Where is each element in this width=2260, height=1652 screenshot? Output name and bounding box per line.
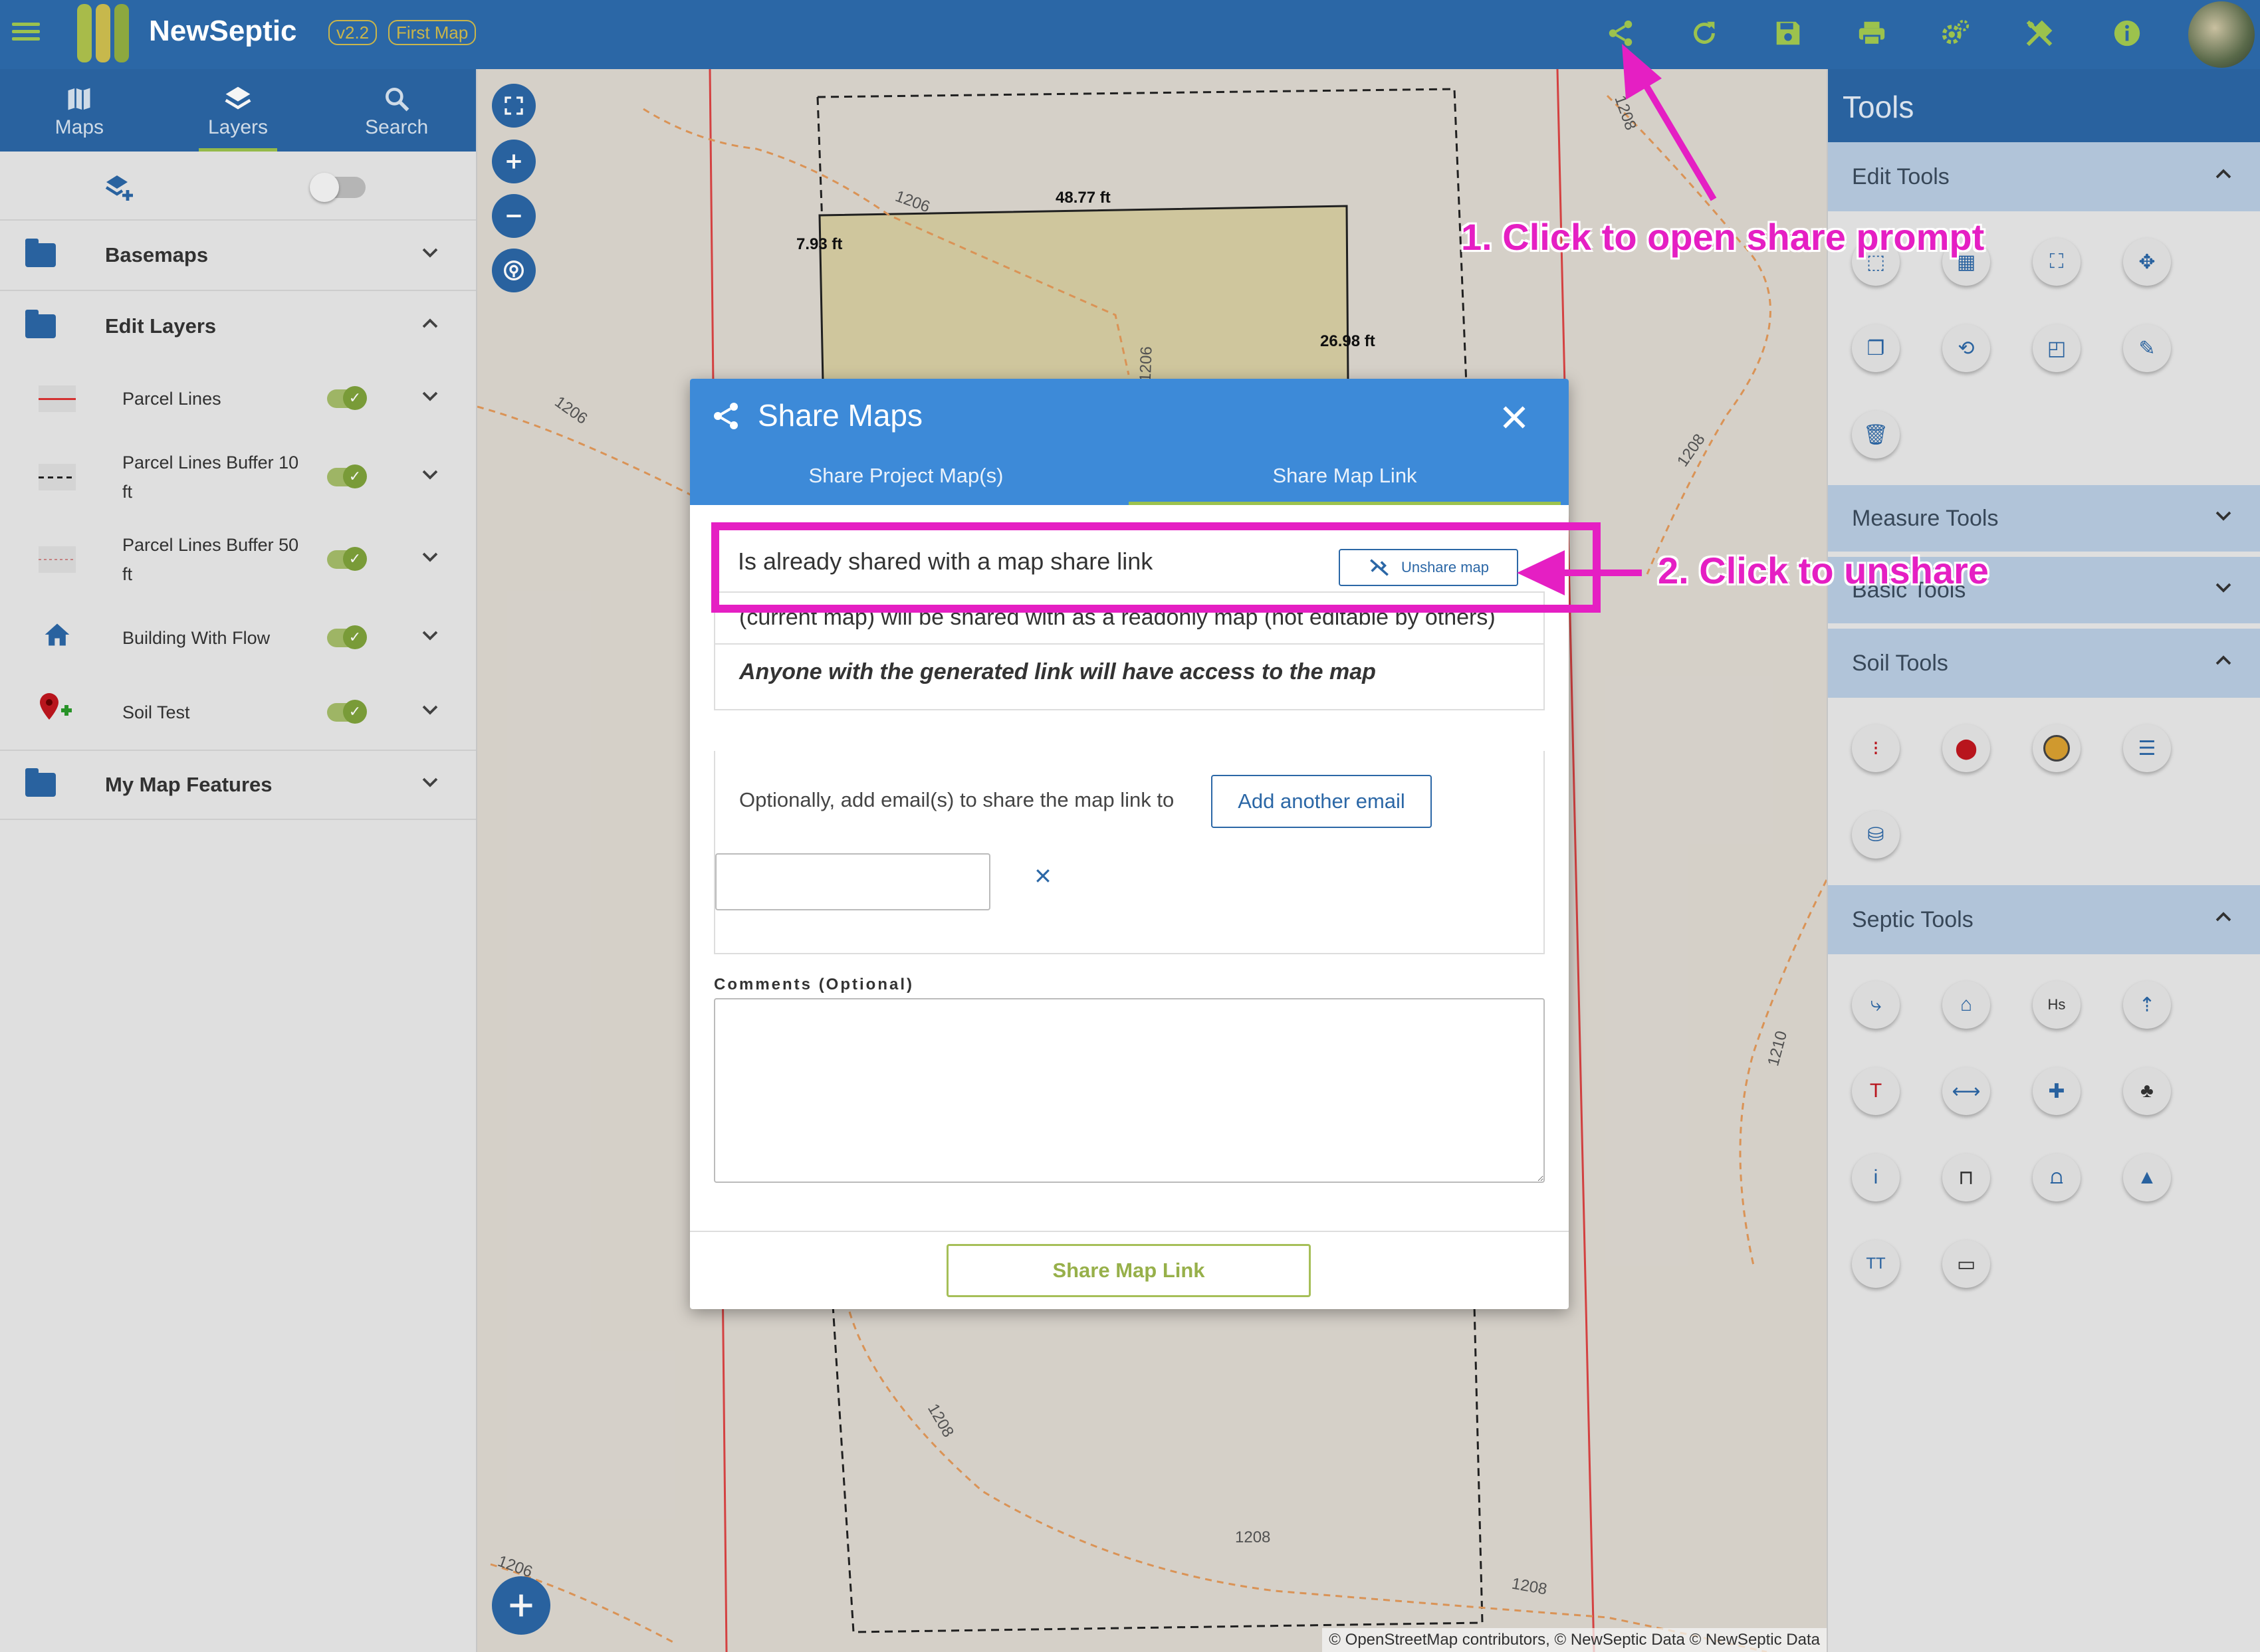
tab-share-map-link[interactable]: Share Map Link <box>1129 464 1561 505</box>
print-icon[interactable] <box>1855 16 1889 51</box>
menu-icon[interactable] <box>12 19 40 47</box>
comments-label: Comments (Optional) <box>714 976 914 993</box>
save-icon[interactable] <box>1771 16 1805 51</box>
email-section-label: Optionally, add email(s) to share the ma… <box>739 788 1175 811</box>
comments-textarea[interactable] <box>714 998 1545 1183</box>
close-icon[interactable] <box>1033 863 1053 892</box>
share-icon <box>710 400 742 435</box>
user-avatar[interactable] <box>2188 1 2255 68</box>
tools-icon[interactable] <box>2022 16 2057 51</box>
top-app-bar: NewSeptic v2.2 First Map <box>0 0 2260 69</box>
dialog-title: Share Maps <box>758 398 923 433</box>
app-logo <box>77 4 129 62</box>
dialog-header: Share Maps Share Project Map(s) Share Ma… <box>690 379 1569 505</box>
tab-share-project-maps[interactable]: Share Project Map(s) <box>690 464 1122 505</box>
version-badge: v2.2 <box>328 20 378 45</box>
app-title: NewSeptic <box>149 15 297 47</box>
annotation-step-2: 2. Click to unshare <box>1658 550 1989 591</box>
access-warning-text: Anyone with the generated link will have… <box>715 645 1543 710</box>
share-icon[interactable] <box>1603 16 1638 51</box>
share-maps-dialog: Share Maps Share Project Map(s) Share Ma… <box>690 379 1569 1309</box>
map-name-badge[interactable]: First Map <box>388 20 477 45</box>
share-map-link-button[interactable]: Share Map Link <box>947 1244 1311 1297</box>
refresh-icon[interactable] <box>1687 16 1722 51</box>
info-icon[interactable] <box>2110 16 2144 51</box>
close-icon[interactable] <box>1500 397 1529 441</box>
dialog-footer: Share Map Link <box>690 1231 1569 1309</box>
unshare-highlight-box <box>711 522 1601 613</box>
settings-icon[interactable] <box>1938 16 1973 51</box>
annotation-step-1: 1. Click to open share prompt <box>1461 216 1985 258</box>
email-section: Optionally, add email(s) to share the ma… <box>714 751 1545 954</box>
add-another-email-button[interactable]: Add another email <box>1211 775 1432 828</box>
email-input[interactable] <box>715 853 990 910</box>
